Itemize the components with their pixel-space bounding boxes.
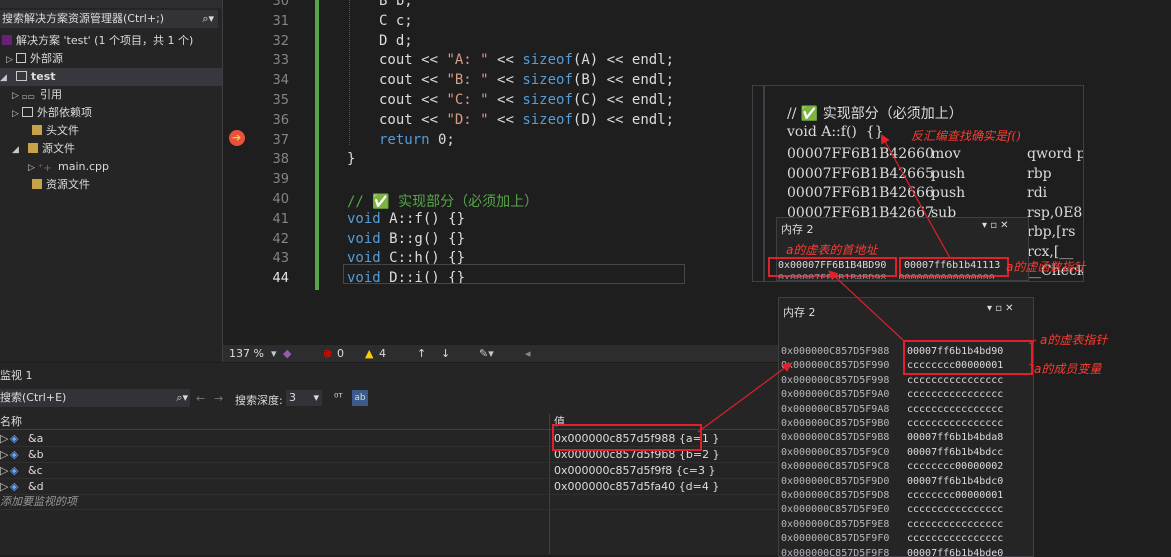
arrow-line: [880, 133, 951, 259]
arrow-line: [828, 270, 904, 341]
arrow-line: [697, 362, 792, 433]
annotation-arrows: [697, 133, 1037, 433]
